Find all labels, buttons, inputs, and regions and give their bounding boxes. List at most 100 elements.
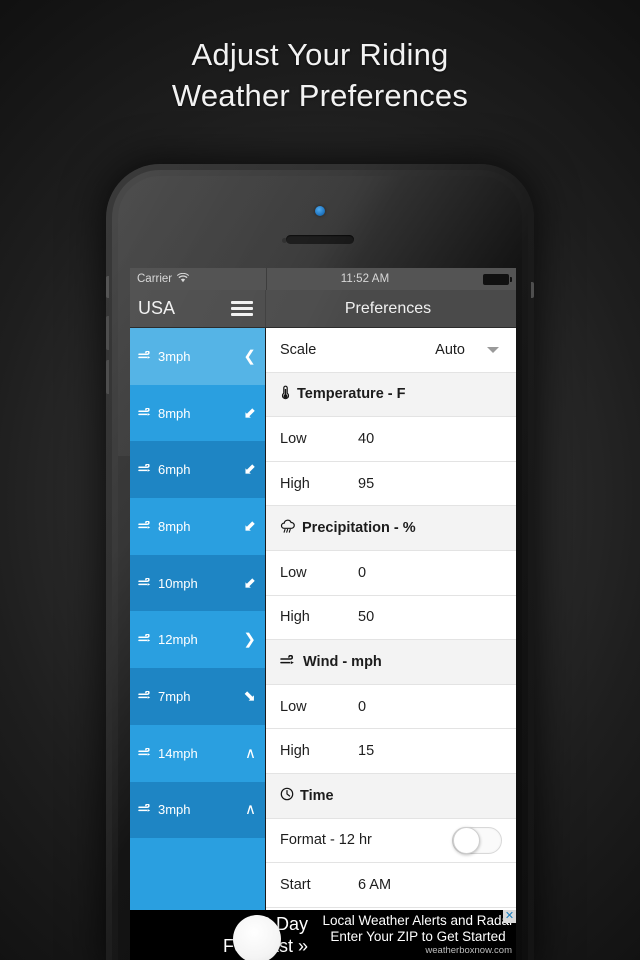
wind-forecast-row[interactable]: 12mph ❯ (130, 611, 265, 669)
wind-speed-value: 10mph (158, 575, 198, 591)
preference-label: High (280, 609, 310, 626)
preference-row[interactable]: Low 0 (266, 550, 516, 596)
wind-speed-value: 14mph (158, 745, 198, 761)
headline-line-2: Weather Preferences (171, 78, 469, 113)
section-title: Wind - mph (303, 653, 382, 670)
ad-domain: weatherboxnow.com (425, 945, 512, 956)
time-format-toggle[interactable] (452, 826, 502, 855)
wind-forecast-row[interactable]: 14mph ∧ (130, 724, 265, 782)
volume-down-button[interactable] (106, 360, 109, 394)
wind-forecast-row[interactable]: 8mph ⬋ (130, 498, 265, 555)
wind-forecast-row[interactable]: 10mph ⬋ (130, 554, 265, 612)
wind-speed-label: 10mph (138, 576, 198, 591)
wind-icon (138, 577, 153, 590)
screen-bottom-bar: 10 Day Forecast » Local Weather Alerts a… (130, 910, 516, 960)
wind-speed-value: 6mph (158, 462, 191, 478)
scale-value: Auto (435, 341, 465, 358)
clock-icon (280, 787, 294, 804)
preference-value: 50 (358, 609, 375, 626)
status-bar-left: Carrier (130, 272, 266, 286)
preference-label: Low (280, 430, 307, 447)
preference-row[interactable]: High 50 (266, 595, 516, 641)
preference-row[interactable]: High 15 (266, 729, 516, 774)
section-title: Temperature - F (297, 386, 406, 403)
wind-speed-label: 8mph (138, 519, 191, 534)
preference-row[interactable]: Start 6 AM (266, 863, 516, 908)
close-icon[interactable]: ✕ (503, 910, 516, 923)
preference-value: 0 (358, 698, 367, 715)
scale-label: Scale (280, 341, 317, 358)
wind-forecast-row[interactable]: 6mph ⬋ (130, 441, 265, 499)
wind-icon (138, 690, 153, 703)
wifi-icon (177, 272, 190, 286)
headline: Adjust Your Riding Weather Preferences (0, 34, 640, 116)
preference-label: High (280, 475, 310, 492)
scale-row[interactable]: Scale Auto (266, 328, 516, 373)
home-button[interactable] (233, 915, 281, 960)
wind-forecast-row[interactable]: 7mph ⬊ (130, 668, 265, 725)
wind-speed-label: 7mph (138, 689, 191, 704)
wind-speed-value: 3mph (158, 348, 191, 364)
preference-label: Low (280, 698, 307, 715)
ad-subheadline: Enter Your ZIP to Get Started (330, 929, 506, 944)
preference-value: 0 (358, 564, 367, 581)
page-title: Preferences (344, 299, 432, 317)
wind-direction-south-icon: ❯ (243, 631, 256, 649)
battery-full-icon (483, 273, 512, 285)
wind-direction-southeast-icon: ⬋ (243, 574, 256, 592)
front-camera-icon (315, 206, 325, 216)
wind-forecast-row[interactable] (130, 838, 265, 895)
clock-label: 11:52 AM (340, 273, 390, 285)
preference-label: Low (280, 564, 307, 581)
ten-day-forecast-button[interactable]: 10 Day Forecast » (130, 910, 320, 960)
wind-speed-value: 3mph (158, 802, 191, 818)
wind-direction-north-icon: ∧ (245, 744, 256, 762)
wind-direction-southeast-icon: ⬋ (243, 517, 256, 535)
preference-row[interactable]: Low 0 (266, 684, 516, 730)
wind-forecast-row[interactable]: 8mph ⬋ (130, 384, 265, 442)
preferences-list: Scale Auto Temperature - F Low 40 High 95 Preci… (266, 328, 516, 960)
wind-speed-label: 6mph (138, 462, 191, 477)
wind-direction-southeast-icon: ⬋ (243, 461, 256, 479)
ad-banner[interactable]: Local Weather Alerts and Radar Enter You… (320, 910, 516, 960)
status-bar-right (464, 273, 516, 285)
wind-icon (138, 463, 153, 476)
wind-speed-value: 8mph (158, 405, 191, 421)
ad-headline: Local Weather Alerts and Radar (322, 913, 514, 928)
sim-tray (531, 282, 534, 298)
wind-forecast-row[interactable]: 3mph ❮ (130, 328, 265, 385)
preference-label: Start (280, 876, 311, 893)
wind-forecast-sidebar[interactable]: 3mph ❮ 8mph ⬋ 6mph ⬋ 8mph ⬋ 10mph ⬋ 12mph ❯ 7mph ⬊ 14m… (130, 328, 266, 960)
chevron-down-icon[interactable] (487, 346, 499, 353)
preference-value: 95 (358, 475, 375, 492)
preference-row[interactable]: High 95 (266, 461, 516, 507)
wind-direction-west-icon: ❮ (243, 347, 256, 365)
preference-value: 6 AM (358, 876, 392, 893)
wind-speed-value: 8mph (158, 518, 191, 534)
forecast-cta-line-1: 10 Day (250, 914, 308, 934)
region-label: USA (138, 298, 176, 318)
preference-label: High (280, 743, 310, 760)
wind-icon (138, 803, 153, 816)
silent-switch-button[interactable] (106, 276, 109, 298)
wind-speed-label: 3mph (138, 802, 191, 817)
headline-line-1: Adjust Your Riding (191, 37, 449, 72)
section-header: Wind - mph (266, 640, 516, 685)
toggle-knob[interactable] (453, 827, 480, 855)
wind-icon (138, 520, 153, 533)
wind-speed-value: 7mph (158, 688, 191, 704)
carrier-label: Carrier (137, 273, 173, 285)
thermometer-icon (280, 385, 291, 403)
wind-icon (280, 654, 297, 670)
preference-row[interactable]: Format - 12 hr (266, 818, 516, 864)
preference-row[interactable]: Low 40 (266, 417, 516, 462)
wind-direction-north-icon: ∧ (245, 801, 256, 819)
forecast-cta-line-2: Forecast » (223, 936, 308, 956)
wind-speed-label: 14mph (138, 746, 198, 761)
hamburger-menu-icon[interactable] (231, 301, 253, 316)
wind-speed-label: 8mph (138, 406, 191, 421)
wind-forecast-row[interactable]: 3mph ∧ (130, 781, 265, 839)
wind-speed-label: 3mph (138, 349, 191, 364)
wind-speed-label: 12mph (138, 632, 198, 647)
volume-up-button[interactable] (106, 316, 109, 350)
